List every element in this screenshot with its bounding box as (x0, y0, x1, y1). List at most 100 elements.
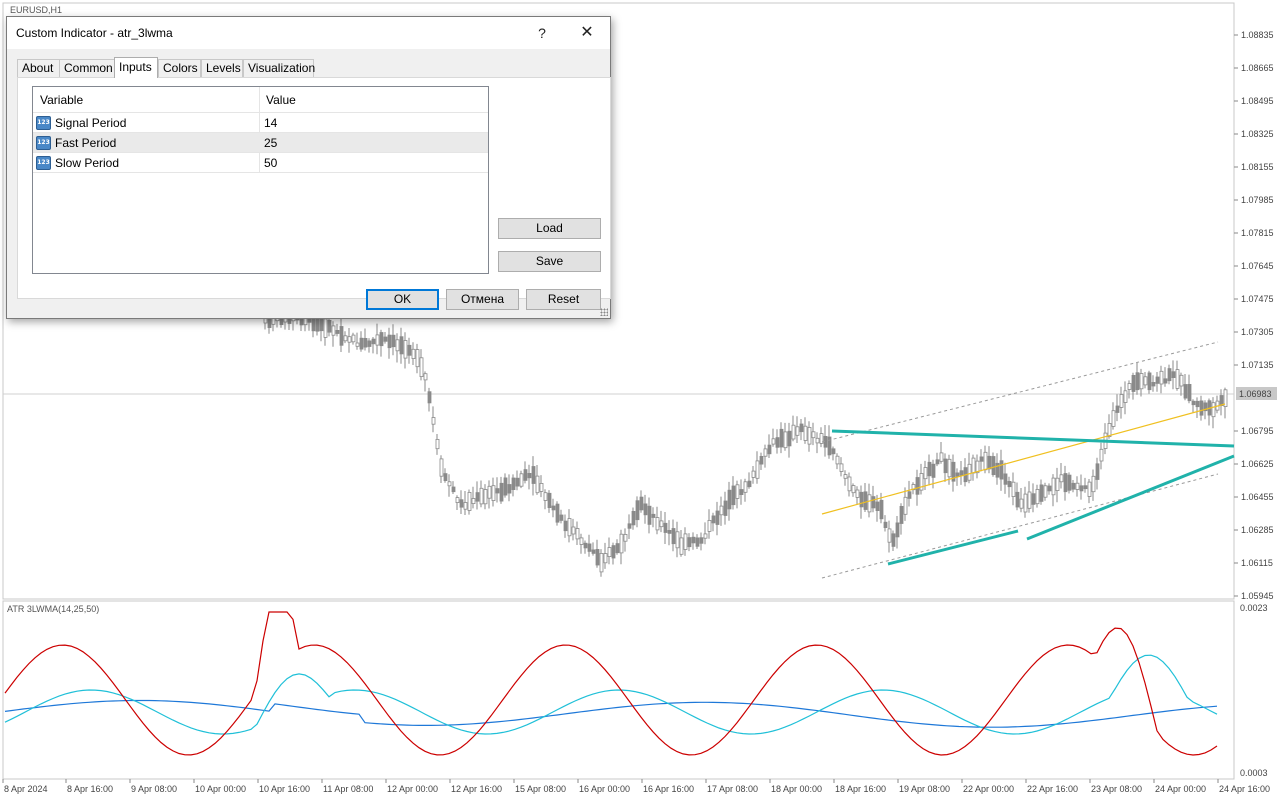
candle-body (567, 518, 572, 537)
row-value[interactable]: 50 (264, 156, 277, 170)
candle-body (467, 491, 472, 511)
candle-body (1211, 402, 1216, 418)
tab-levels[interactable]: Levels (201, 59, 243, 77)
resize-grip[interactable] (600, 308, 608, 316)
candle-body (739, 489, 744, 495)
candle-body (907, 491, 912, 499)
time-tick-label: 22 Apr 00:00 (963, 784, 1014, 794)
candle-body (755, 460, 760, 479)
candle-body (619, 533, 624, 554)
candle-body (1155, 376, 1160, 384)
time-tick-label: 16 Apr 16:00 (643, 784, 694, 794)
reset-button[interactable]: Reset (526, 289, 601, 310)
candle-body (655, 517, 660, 531)
price-tick-label: 1.06455 (1241, 492, 1274, 502)
candle-body (1139, 373, 1144, 390)
candle-body (847, 476, 852, 492)
candle-body (791, 424, 796, 440)
candle-body (787, 430, 792, 447)
dialog-titlebar[interactable]: Custom Indicator - atr_3lwma ? ✕ (7, 17, 610, 49)
candle-body (719, 505, 724, 516)
load-button[interactable]: Load (498, 218, 601, 239)
candle-body (519, 473, 524, 487)
column-header-variable[interactable]: Variable (40, 93, 83, 107)
indicator-axis: 0.0023 0.0003 (1240, 603, 1268, 778)
cancel-button[interactable]: Отмена (446, 289, 519, 310)
tab-about[interactable]: About (17, 59, 60, 77)
candle-body (651, 513, 656, 518)
row-value[interactable]: 14 (264, 116, 277, 130)
candle-body (679, 537, 684, 555)
candle-body (895, 522, 900, 538)
candle-body (551, 505, 556, 511)
candle-body (783, 431, 788, 449)
price-axis: 1.08835 1.08665 1.08495 1.08325 1.08155 1.079… (1234, 30, 1277, 601)
candle-body (503, 477, 508, 496)
tab-colors[interactable]: Colors (158, 59, 201, 77)
candle-body (935, 459, 940, 465)
candle-body (623, 534, 628, 542)
candle-body (279, 318, 284, 325)
table-row[interactable]: 123 Fast Period 25 (33, 133, 488, 153)
table-row[interactable]: 123 Signal Period 14 (33, 113, 488, 133)
candle-body (495, 488, 500, 494)
candle-body (363, 337, 368, 348)
price-tick-label: 1.07645 (1241, 261, 1274, 271)
candle-body (699, 537, 704, 544)
candle-body (547, 492, 552, 508)
price-tick-label: 1.07815 (1241, 228, 1274, 238)
candle-body (1055, 477, 1060, 492)
candle-body (1007, 480, 1012, 488)
candle-body (947, 458, 952, 478)
time-tick-label: 12 Apr 00:00 (387, 784, 438, 794)
candle-body (931, 463, 936, 478)
help-button[interactable]: ? (530, 23, 554, 43)
price-tick-label: 1.08325 (1241, 129, 1274, 139)
price-tick-label: 1.07305 (1241, 327, 1274, 337)
table-row[interactable]: 123 Slow Period 50 (33, 153, 488, 173)
candle-body (1099, 448, 1104, 462)
candle-body (675, 531, 680, 549)
indicator-tick-label: 0.0003 (1240, 768, 1268, 778)
candle-body (411, 348, 416, 359)
time-tick-label: 18 Apr 16:00 (835, 784, 886, 794)
candle-body (1167, 368, 1172, 382)
dialog-title: Custom Indicator - atr_3lwma (16, 26, 173, 40)
time-tick-label: 19 Apr 08:00 (899, 784, 950, 794)
candle-body (1083, 485, 1088, 490)
integer-icon: 123 (36, 156, 51, 170)
candle-body (375, 334, 380, 346)
candle-body (799, 423, 804, 433)
candle-body (943, 458, 948, 474)
tab-visualization[interactable]: Visualization (243, 59, 315, 77)
candle-body (1063, 473, 1068, 493)
candle-body (383, 336, 388, 342)
inputs-table[interactable]: Variable Value 123 Signal Period 14 123 … (32, 86, 489, 274)
close-icon[interactable]: ✕ (575, 23, 599, 43)
custom-indicator-dialog[interactable]: Custom Indicator - atr_3lwma ? ✕ About C… (6, 16, 611, 319)
candle-body (1027, 491, 1032, 509)
candle-body (559, 514, 564, 521)
tab-common[interactable]: Common (59, 59, 115, 77)
tab-inputs[interactable]: Inputs (114, 57, 158, 78)
row-value[interactable]: 25 (264, 136, 277, 150)
candle-body (499, 482, 504, 502)
candle-body (483, 489, 488, 505)
price-tick-label: 1.06625 (1241, 459, 1274, 469)
candle-body (779, 428, 784, 448)
ok-button[interactable]: OK (366, 289, 439, 310)
candle-body (711, 515, 716, 524)
candle-body (859, 491, 864, 508)
candle-body (1011, 481, 1016, 498)
candle-body (435, 438, 440, 450)
candle-body (1051, 477, 1056, 496)
candle-body (543, 492, 548, 501)
candle-body (807, 426, 812, 445)
column-header-value[interactable]: Value (266, 93, 296, 107)
candle-body (579, 537, 584, 545)
candle-body (591, 549, 596, 554)
candle-body (1175, 369, 1180, 389)
time-tick-label: 12 Apr 16:00 (451, 784, 502, 794)
time-tick-label: 22 Apr 16:00 (1027, 784, 1078, 794)
save-button[interactable]: Save (498, 251, 601, 272)
